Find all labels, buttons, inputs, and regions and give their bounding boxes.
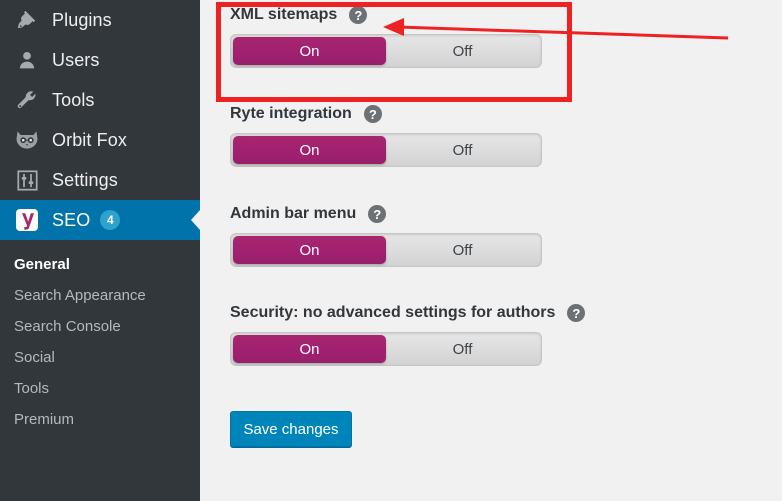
sidebar-item-tools[interactable]: Tools xyxy=(0,80,200,120)
sidebar-item-search-appearance[interactable]: Search Appearance xyxy=(0,280,200,311)
setting-title-text: Ryte integration xyxy=(230,105,352,122)
toggle-option-on[interactable]: On xyxy=(233,236,386,264)
toggle-ryte-integration[interactable]: On Off xyxy=(230,133,542,167)
user-icon xyxy=(12,48,42,72)
sidebar-item-seo[interactable]: SEO 4 xyxy=(0,200,200,240)
seo-submenu: General Search Appearance Search Console… xyxy=(0,240,200,435)
sidebar-item-orbit-fox[interactable]: Orbit Fox xyxy=(0,120,200,160)
sidebar-item-search-console[interactable]: Search Console xyxy=(0,311,200,342)
toggle-option-off[interactable]: Off xyxy=(386,37,539,65)
setting-security-authors: Security: no advanced settings for autho… xyxy=(230,304,586,366)
sidebar-item-settings[interactable]: Settings xyxy=(0,160,200,200)
fox-icon xyxy=(12,128,42,152)
toggle-option-off[interactable]: Off xyxy=(386,136,539,164)
sidebar-item-label: Plugins xyxy=(52,9,112,30)
sidebar-item-label: SEO xyxy=(52,209,91,230)
yoast-icon xyxy=(12,208,42,232)
sidebar-item-label: Orbit Fox xyxy=(52,129,127,150)
toggle-option-on[interactable]: On xyxy=(233,37,386,65)
sidebar-item-label: Settings xyxy=(52,169,118,190)
toggle-option-off[interactable]: Off xyxy=(386,236,539,264)
setting-xml-sitemaps: XML sitemaps ? On Off xyxy=(230,6,542,68)
sliders-icon xyxy=(12,168,42,192)
setting-title-text: XML sitemaps xyxy=(230,6,338,23)
setting-label: Security: no advanced settings for autho… xyxy=(230,304,586,322)
wrench-icon xyxy=(12,88,42,112)
sidebar-current-arrow xyxy=(191,210,200,230)
seo-notification-badge: 4 xyxy=(100,210,121,230)
plugin-icon xyxy=(12,8,42,32)
help-icon[interactable]: ? xyxy=(368,205,387,223)
admin-sidebar: Plugins Users Tools Orbit Fox Settings S… xyxy=(0,0,200,501)
help-icon[interactable]: ? xyxy=(567,304,586,322)
sidebar-item-label: Users xyxy=(52,49,100,70)
toggle-admin-bar-menu[interactable]: On Off xyxy=(230,233,542,267)
toggle-xml-sitemaps[interactable]: On Off xyxy=(230,34,542,68)
setting-admin-bar-menu: Admin bar menu ? On Off xyxy=(230,205,542,267)
sidebar-item-users[interactable]: Users xyxy=(0,40,200,80)
help-icon[interactable]: ? xyxy=(349,6,368,24)
help-icon[interactable]: ? xyxy=(363,105,382,123)
toggle-option-on[interactable]: On xyxy=(233,335,386,363)
setting-label: Admin bar menu ? xyxy=(230,205,542,223)
sidebar-item-social[interactable]: Social xyxy=(0,342,200,373)
sidebar-item-plugins[interactable]: Plugins xyxy=(0,0,200,40)
setting-title-text: Security: no advanced settings for autho… xyxy=(230,304,556,321)
sidebar-item-general[interactable]: General xyxy=(0,249,200,280)
sidebar-item-premium[interactable]: Premium xyxy=(0,404,200,435)
toggle-option-on[interactable]: On xyxy=(233,136,386,164)
save-changes-button[interactable]: Save changes xyxy=(230,411,352,447)
setting-label: XML sitemaps ? xyxy=(230,6,542,24)
sidebar-item-tools-sub[interactable]: Tools xyxy=(0,373,200,404)
toggle-option-off[interactable]: Off xyxy=(386,335,539,363)
screen-root: Plugins Users Tools Orbit Fox Settings S… xyxy=(0,0,782,501)
settings-panel: XML sitemaps ? On Off Ryte integration ?… xyxy=(200,0,782,501)
sidebar-item-label: Tools xyxy=(52,89,95,110)
setting-title-text: Admin bar menu xyxy=(230,205,357,222)
setting-ryte-integration: Ryte integration ? On Off xyxy=(230,105,542,167)
toggle-security-authors[interactable]: On Off xyxy=(230,332,542,366)
setting-label: Ryte integration ? xyxy=(230,105,542,123)
